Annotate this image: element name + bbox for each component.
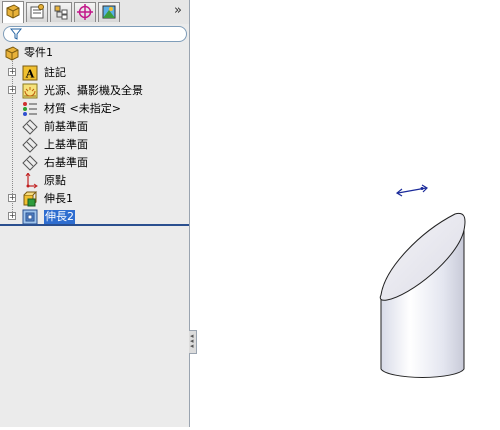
feature-manager-icon [6,4,20,19]
manager-tab-bar: » [0,0,189,24]
svg-text:A: A [25,68,35,81]
tree-item-top-plane[interactable]: 上基準面 [0,136,189,153]
tree-item-extrude2[interactable]: + 伸長2 [0,208,189,225]
tree-item-origin[interactable]: 原點 [0,172,189,189]
plane-icon [22,119,38,135]
tree-item-label: 前基準面 [44,120,88,133]
tree-item-front-plane[interactable]: 前基準面 [0,118,189,135]
expand-toggle[interactable]: + [8,212,16,220]
expand-toggle[interactable]: + [8,194,16,202]
tree-item-material[interactable]: 材質 <未指定> [0,100,189,117]
plane-icon [22,155,38,171]
material-icon [23,102,37,116]
tab-configuration-manager[interactable] [50,2,72,22]
tab-dimxpert-manager[interactable] [74,2,96,22]
graphics-viewport[interactable] [190,0,500,427]
tree-item-label: 材質 <未指定> [44,102,121,115]
tree-item-label: 上基準面 [44,138,88,151]
origin-triad-icon [395,184,428,197]
tree-root-part[interactable]: 零件1 [0,44,189,61]
filter-input[interactable] [3,26,187,42]
expand-toggle[interactable]: + [8,68,16,76]
cylinder-body[interactable] [379,212,466,378]
feature-manager-panel: » 零件1 + A 註記 + 光源、攝影機及全景 材質 <未指定> 前基準面 上… [0,0,190,427]
tree-item-label: 註記 [44,66,66,79]
model-view-canvas [379,184,466,378]
tab-display-manager[interactable] [98,2,120,22]
tree-item-lights-cameras[interactable]: + 光源、攝影機及全景 [0,82,189,99]
annotations-icon: A [22,65,38,81]
tree-item-label: 光源、攝影機及全景 [44,84,143,97]
display-manager-icon [102,5,116,19]
more-tabs-button[interactable]: » [170,3,186,19]
tree-root-label: 零件1 [24,46,53,59]
origin-icon [25,173,38,189]
lights-camera-icon [22,83,38,99]
plane-icon [22,137,38,153]
tree-item-annotations[interactable]: + A 註記 [0,64,189,81]
tree-item-label: 伸長1 [44,192,73,205]
tree-item-label: 右基準面 [44,156,88,169]
part-icon [5,46,19,61]
tree-item-label: 原點 [44,174,66,187]
tab-feature-manager[interactable] [2,1,24,23]
expand-toggle[interactable]: + [8,86,16,94]
configuration-manager-icon [54,5,68,20]
tree-item-label-selected: 伸長2 [44,210,75,224]
tree-item-extrude1[interactable]: + 伸長1 [0,190,189,207]
property-manager-icon [30,4,44,19]
extrude-icon [22,209,38,225]
extrude-icon [23,191,38,207]
dimxpert-icon [77,4,93,20]
tree-item-right-plane[interactable]: 右基準面 [0,154,189,171]
rollback-bar[interactable] [0,224,189,226]
tab-property-manager[interactable] [26,2,48,22]
filter-icon [10,28,22,40]
